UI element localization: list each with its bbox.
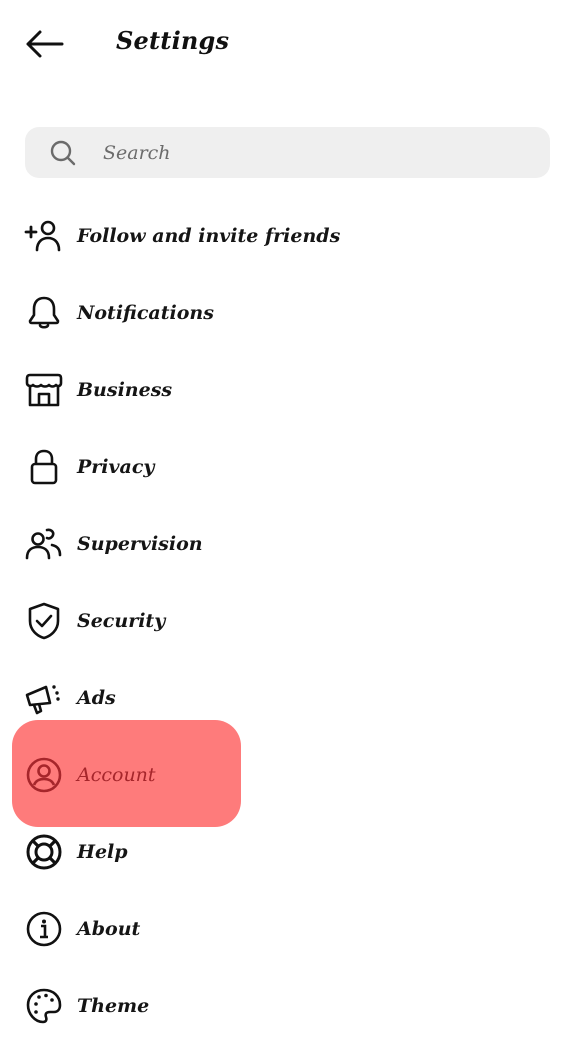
menu-item-theme[interactable]: Theme [0,967,576,1044]
add-person-icon [24,220,61,251]
back-button[interactable] [22,26,66,62]
menu-item-label: Privacy [77,455,155,478]
info-icon [26,911,62,946]
menu-item-label: Follow and invite friends [77,224,341,247]
menu-item-label: About [77,917,141,940]
search-icon [50,140,76,165]
menu-item-label: Supervision [77,532,203,555]
shield-check-icon [28,602,60,639]
people-icon [25,528,62,559]
menu-item-label: Account [77,763,156,786]
search-input[interactable] [101,140,505,165]
menu-item-label: Security [77,609,166,632]
menu-item-ads[interactable]: Ads [0,659,576,736]
menu-item-label: Notifications [77,301,214,324]
search-bar[interactable] [25,127,550,178]
storefront-icon [25,373,63,406]
menu-item-follow-invite[interactable]: Follow and invite friends [0,197,576,274]
menu-item-label: Theme [77,994,150,1017]
page-title: Settings [116,26,230,55]
lifebuoy-icon [26,834,62,869]
lock-icon [30,449,58,484]
palette-icon [26,988,62,1023]
menu-item-security[interactable]: Security [0,582,576,659]
menu-item-label: Help [77,840,128,863]
menu-item-business[interactable]: Business [0,351,576,428]
arrow-left-icon [26,30,64,58]
menu-item-privacy[interactable]: Privacy [0,428,576,505]
menu-item-label: Business [77,378,173,401]
menu-item-help[interactable]: Help [0,813,576,890]
menu-item-label: Ads [77,686,116,709]
header: Settings [0,0,576,90]
menu-item-notifications[interactable]: Notifications [0,274,576,351]
account-circle-icon [26,757,62,792]
megaphone-icon [25,684,60,714]
bell-icon [28,296,60,329]
menu-item-supervision[interactable]: Supervision [0,505,576,582]
menu-item-about[interactable]: About [0,890,576,967]
menu-item-account[interactable]: Account [0,736,576,813]
